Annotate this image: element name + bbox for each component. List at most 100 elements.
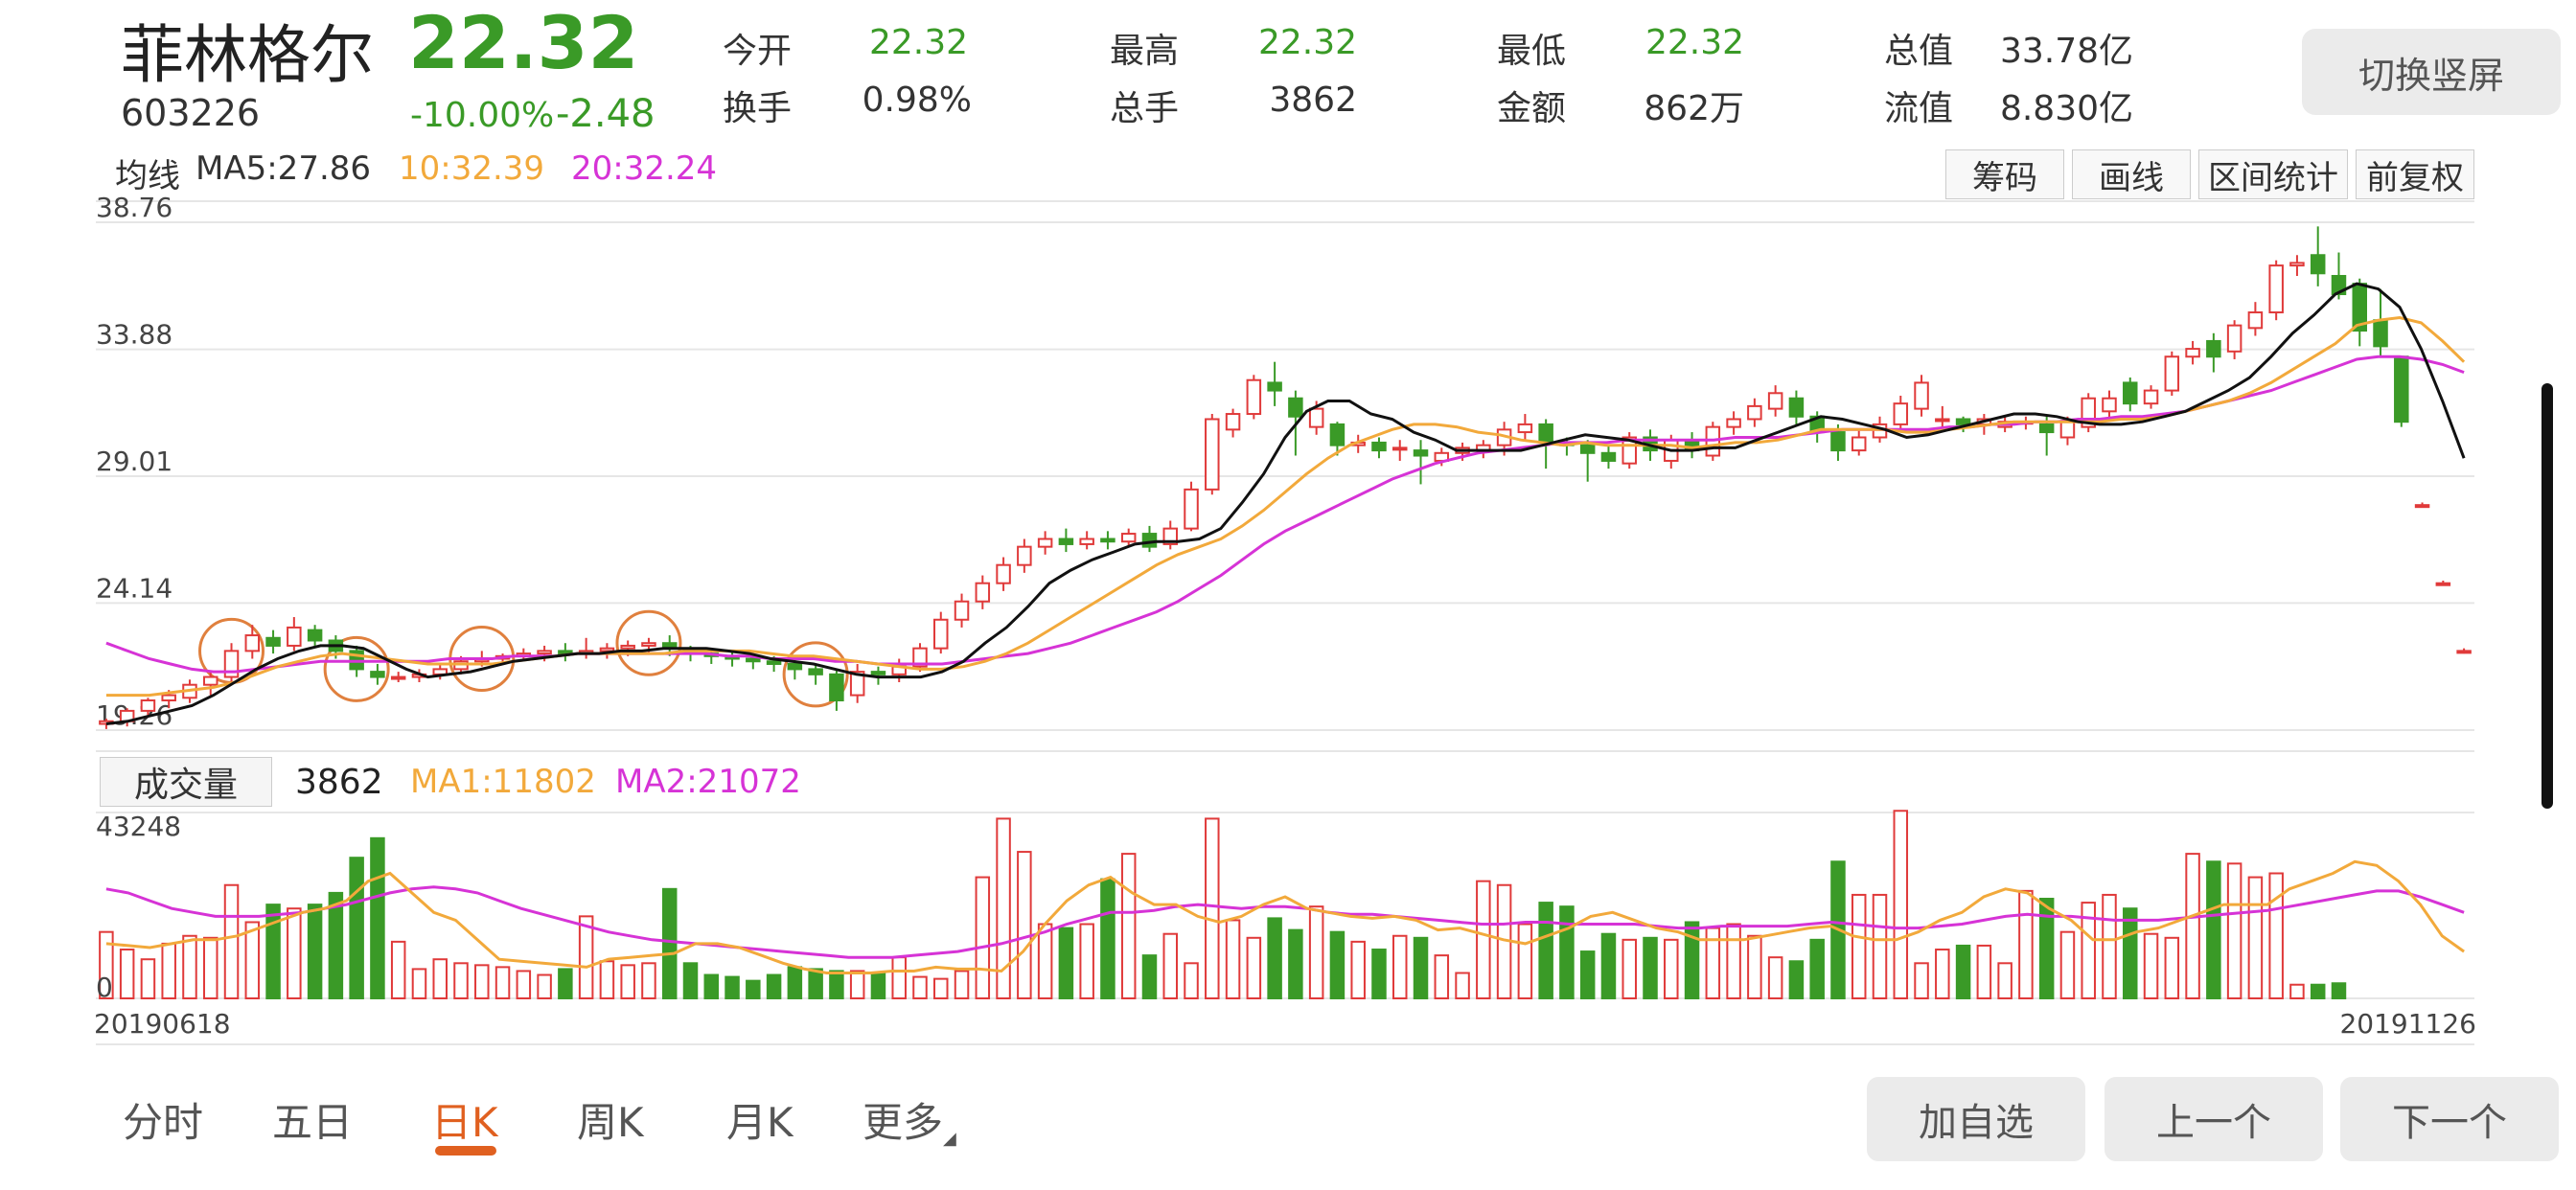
candle-body[interactable]: [1225, 413, 1241, 431]
volume-bar: [1141, 954, 1158, 1000]
candle-body[interactable]: [2102, 397, 2117, 413]
candle-body[interactable]: [390, 675, 406, 680]
candle-body[interactable]: [2373, 319, 2388, 348]
volume-bar: [1893, 810, 1909, 999]
candle-body[interactable]: [1788, 397, 1805, 418]
volume-bar: [912, 975, 928, 1000]
volume-bar: [1392, 934, 1408, 999]
candle-body[interactable]: [1893, 402, 1909, 425]
candle-body[interactable]: [1288, 397, 1303, 418]
candle-body[interactable]: [287, 626, 302, 647]
candle-body[interactable]: [1079, 538, 1094, 545]
candle-body[interactable]: [1371, 441, 1387, 452]
candle-body[interactable]: [1955, 418, 1971, 425]
candle-body[interactable]: [1100, 538, 1116, 543]
candle-body[interactable]: [829, 673, 844, 702]
candle-body[interactable]: [1141, 533, 1158, 548]
candle-body[interactable]: [1726, 418, 1741, 428]
candle-body[interactable]: [2394, 355, 2409, 423]
candle-body[interactable]: [1267, 381, 1282, 392]
candle-body[interactable]: [808, 668, 823, 675]
candle-body[interactable]: [265, 636, 281, 647]
candle-body[interactable]: [1120, 533, 1137, 543]
candle-body[interactable]: [2164, 355, 2180, 392]
candle-body[interactable]: [1413, 449, 1429, 457]
volume-bar: [808, 968, 823, 999]
add-watchlist-button[interactable]: 加自选: [1867, 1077, 2085, 1161]
candle-body[interactable]: [2310, 254, 2326, 275]
candle-body[interactable]: [1851, 436, 1867, 452]
tab-daily-k[interactable]: 日K: [431, 1090, 498, 1149]
candle-body[interactable]: [2038, 423, 2055, 434]
tab-more[interactable]: 更多◢: [862, 1090, 956, 1149]
candle-body[interactable]: [1329, 423, 1346, 446]
volume-bar: [746, 979, 761, 999]
candle-body[interactable]: [2185, 348, 2200, 358]
candle-body[interactable]: [1058, 538, 1074, 545]
candle-body[interactable]: [2289, 262, 2305, 267]
scrollbar[interactable]: [2542, 383, 2553, 809]
next-stock-button[interactable]: 下一个: [2340, 1077, 2559, 1161]
volume-bar: [2310, 983, 2326, 1000]
candle-body[interactable]: [1205, 418, 1220, 491]
volume-bar: [1184, 962, 1199, 999]
tab-five-day[interactable]: 五日: [272, 1090, 353, 1149]
candle-body[interactable]: [1392, 446, 1408, 451]
candle-body[interactable]: [537, 650, 552, 655]
candle-body[interactable]: [1538, 423, 1553, 444]
volume-bar: [140, 958, 156, 1000]
candle-body[interactable]: [2123, 381, 2138, 405]
candle-body[interactable]: [1747, 404, 1762, 421]
volume-bar: [307, 904, 323, 1000]
candle-body[interactable]: [1246, 378, 1262, 416]
candle-body[interactable]: [641, 642, 656, 647]
candle-body[interactable]: [2414, 504, 2430, 509]
candle-body[interactable]: [2059, 421, 2076, 439]
candle-body[interactable]: [2143, 389, 2159, 405]
candle-body[interactable]: [746, 657, 761, 663]
candle-body[interactable]: [2226, 324, 2242, 353]
candle-body[interactable]: [161, 694, 176, 702]
candle-body[interactable]: [370, 671, 385, 678]
candle-body[interactable]: [244, 634, 261, 652]
tab-intraday[interactable]: 分时: [123, 1090, 203, 1149]
candle-body[interactable]: [1017, 545, 1032, 566]
candle-body[interactable]: [1935, 418, 1950, 423]
candle-body[interactable]: [2247, 311, 2264, 330]
candle-body[interactable]: [2268, 264, 2284, 314]
candle-body[interactable]: [996, 563, 1011, 584]
candle-body[interactable]: [1579, 444, 1596, 454]
volume-label-button[interactable]: 成交量: [100, 757, 272, 807]
tab-weekly-k[interactable]: 周K: [577, 1090, 644, 1149]
volume-bar: [1100, 878, 1116, 999]
candle-body[interactable]: [1830, 431, 1846, 452]
candle-body[interactable]: [1308, 407, 1324, 428]
tab-monthly-k[interactable]: 月K: [726, 1090, 794, 1149]
candle-body[interactable]: [1914, 381, 1929, 410]
candle-body[interactable]: [975, 582, 991, 603]
candle-body[interactable]: [620, 644, 635, 650]
candle-body[interactable]: [2206, 339, 2221, 358]
candle-body[interactable]: [2435, 582, 2451, 586]
candle-body[interactable]: [1767, 392, 1783, 410]
candle-body[interactable]: [1600, 451, 1617, 462]
candle-body[interactable]: [933, 618, 949, 650]
candle-body[interactable]: [202, 675, 218, 686]
candle-body[interactable]: [870, 671, 886, 675]
candlestick-chart[interactable]: 38.7633.8829.0124.1419.26 43248 0 201906…: [0, 0, 2576, 1054]
candle-body[interactable]: [954, 600, 970, 621]
volume-bar: [558, 968, 573, 999]
candle-body[interactable]: [1184, 488, 1199, 530]
candle-body[interactable]: [1037, 538, 1053, 548]
candle-body[interactable]: [766, 660, 782, 665]
candle-body[interactable]: [787, 662, 803, 671]
volume-bar: [975, 876, 991, 1000]
candle-body[interactable]: [2456, 650, 2472, 654]
candle-body[interactable]: [599, 647, 615, 652]
candle-body[interactable]: [140, 699, 156, 712]
volume-bar: [1747, 934, 1762, 999]
previous-stock-button[interactable]: 上一个: [2104, 1077, 2323, 1161]
volume-bar: [1684, 921, 1700, 1000]
candle-body[interactable]: [1517, 423, 1533, 434]
candle-body[interactable]: [307, 629, 323, 642]
